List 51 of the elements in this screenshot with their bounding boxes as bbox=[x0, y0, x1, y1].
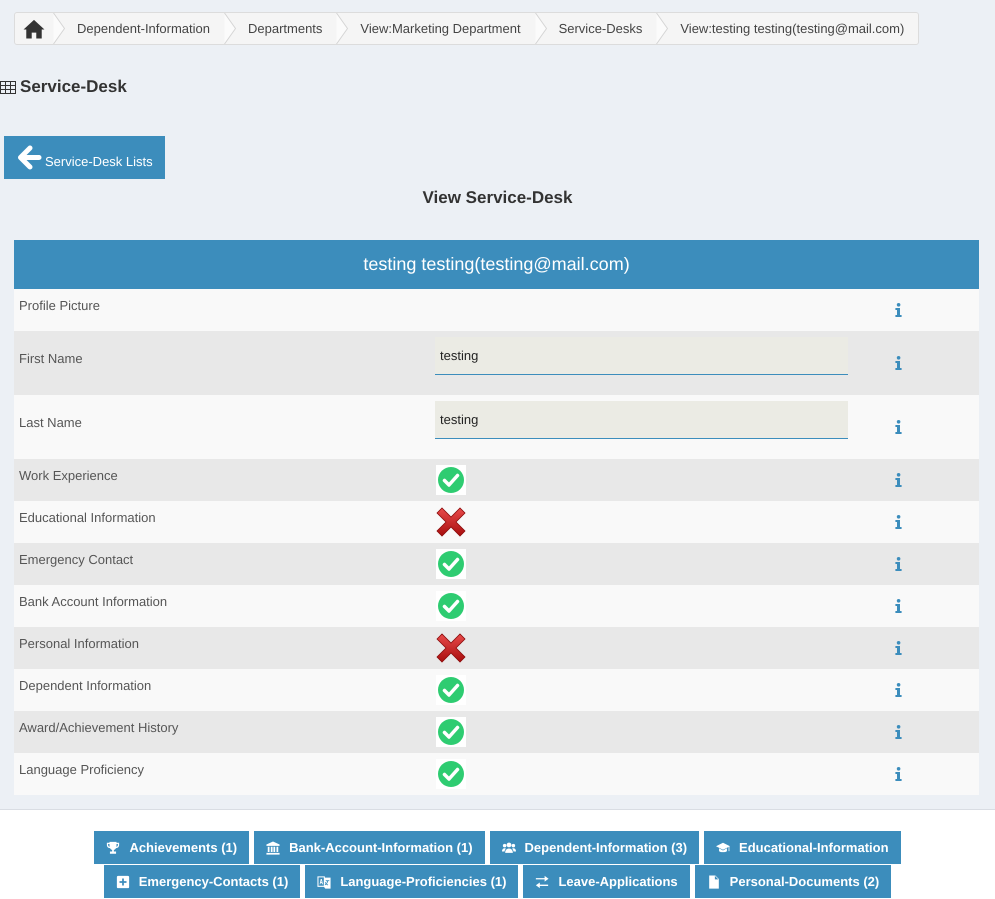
info-icon[interactable] bbox=[895, 767, 902, 781]
table-icon bbox=[0, 80, 16, 94]
info-icon[interactable] bbox=[895, 683, 902, 697]
graduation-cap-icon bbox=[716, 840, 730, 854]
breadcrumb-link[interactable]: Dependent-Information bbox=[65, 13, 224, 44]
info-icon[interactable] bbox=[895, 473, 902, 487]
field-label: Last Name bbox=[19, 414, 82, 430]
bank-icon bbox=[266, 840, 280, 854]
related-record-button[interactable]: Educational-Information bbox=[704, 831, 901, 864]
field-label: First Name bbox=[19, 350, 83, 366]
related-record-button[interactable]: Leave-Applications bbox=[523, 865, 690, 898]
breadcrumb-link[interactable]: Departments bbox=[236, 13, 336, 44]
field-label: Dependent Information bbox=[19, 678, 152, 692]
info-icon[interactable] bbox=[895, 303, 902, 317]
related-record-button[interactable]: Dependent-Information (3) bbox=[490, 831, 700, 864]
info-icon[interactable] bbox=[895, 420, 902, 434]
related-record-button[interactable]: Emergency-Contacts (1) bbox=[104, 865, 300, 898]
related-record-button[interactable]: Achievements (1) bbox=[94, 831, 250, 864]
info-icon[interactable] bbox=[895, 725, 902, 739]
field-label: Emergency Contact bbox=[19, 552, 134, 566]
arrow-left-icon bbox=[17, 145, 42, 170]
field-label: Award/Achievement History bbox=[19, 720, 178, 734]
info-icon[interactable] bbox=[895, 515, 902, 529]
info-icon[interactable] bbox=[895, 599, 902, 613]
text-field[interactable]: testing bbox=[435, 337, 848, 375]
info-icon[interactable] bbox=[895, 356, 902, 370]
field-label: Bank Account Information bbox=[19, 594, 168, 608]
info-icon[interactable] bbox=[895, 557, 902, 571]
swap-arrows-icon bbox=[535, 874, 550, 888]
related-record-button[interactable]: Personal-Documents (2) bbox=[694, 865, 892, 898]
file-icon bbox=[706, 874, 721, 888]
trophy-icon bbox=[106, 840, 120, 854]
field-label: Educational Information bbox=[19, 510, 156, 524]
language-icon bbox=[317, 874, 332, 888]
field-label: Profile Picture bbox=[19, 298, 100, 312]
text-field[interactable]: testing bbox=[435, 401, 848, 439]
home-icon bbox=[23, 18, 45, 38]
field-label: Language Proficiency bbox=[19, 762, 144, 776]
breadcrumb-link[interactable]: Service-Desks bbox=[546, 13, 656, 44]
page-title: Service-Desk bbox=[20, 77, 127, 97]
back-button[interactable]: Service-Desk Lists bbox=[4, 136, 165, 179]
related-record-button[interactable]: Bank-Account-Information (1) bbox=[254, 831, 485, 864]
info-icon[interactable] bbox=[895, 641, 902, 655]
field-label: Work Experience bbox=[19, 468, 118, 482]
section-title: View Service-Desk bbox=[422, 188, 572, 207]
breadcrumb-link[interactable]: View:Marketing Department bbox=[348, 13, 535, 44]
breadcrumb-current: View:testing testing(testing@mail.com) bbox=[679, 20, 906, 38]
users-icon bbox=[502, 840, 516, 854]
record-title: testing testing(testing@mail.com) bbox=[14, 240, 979, 289]
field-label: Personal Information bbox=[19, 636, 139, 650]
related-record-button[interactable]: Language-Proficiencies (1) bbox=[305, 865, 518, 898]
